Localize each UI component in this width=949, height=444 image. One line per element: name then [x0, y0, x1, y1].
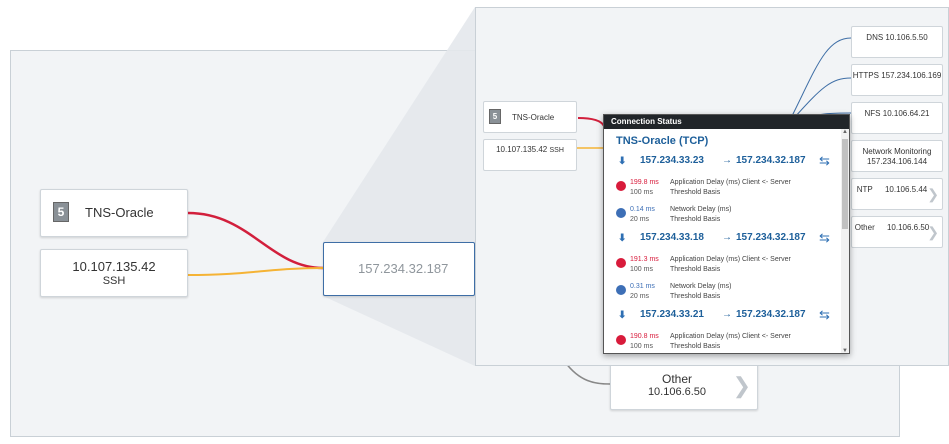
destination-ip: 10.106.5.50	[885, 33, 928, 42]
client-protocol: SSH	[102, 275, 126, 287]
connection-arrow: →	[722, 155, 732, 166]
metric-threshold: 20 ms	[630, 216, 650, 223]
metric-basis: Threshold Basis	[670, 293, 721, 300]
popup-header: Connection Status	[604, 115, 849, 129]
metric-basis: Threshold Basis	[670, 266, 721, 273]
connection-source-ip: 157.234.33.18	[640, 232, 704, 243]
connection-detail-icon[interactable]: ⇆	[819, 230, 837, 245]
destination-name: NFS	[864, 109, 881, 118]
destination-name: DNS	[866, 33, 884, 42]
source-card-tns-oracle[interactable]: 5 TNS-Oracle	[40, 189, 188, 237]
destination-card-https[interactable]: HTTPS 157.234.106.169	[851, 64, 943, 96]
scroll-up-icon[interactable]: ▲	[842, 129, 848, 135]
metric-value: 0.14 ms	[630, 206, 655, 213]
destination-card-ntp[interactable]: NTP 10.106.5.44 ❯	[851, 178, 943, 210]
arrow-down-icon: ⬇	[618, 156, 627, 167]
detail-client-ip: 10.107.135.42	[496, 145, 548, 154]
client-ip: 10.107.135.42	[72, 259, 156, 274]
metric-threshold: 100 ms	[630, 266, 653, 273]
chevron-right-icon: ❯	[927, 186, 939, 202]
connection-arrow: →	[722, 232, 732, 243]
destination-card-other[interactable]: Other 10.106.6.50 ❯	[851, 216, 943, 248]
scroll-thumb[interactable]	[842, 139, 848, 229]
metric-threshold: 100 ms	[630, 189, 653, 196]
connection-detail-icon[interactable]: ⇆	[819, 307, 837, 322]
metric-threshold: 100 ms	[630, 343, 653, 350]
destination-ip: 157.234.106.144	[866, 157, 928, 166]
detail-link-oracle	[577, 117, 605, 127]
server-icon: 5	[489, 109, 501, 124]
status-dot-red	[616, 335, 626, 345]
metric-value: 199.8 ms	[630, 179, 659, 186]
detail-link-https	[793, 77, 852, 119]
metric-value: 190.8 ms	[630, 333, 659, 340]
detail-client-protocol: SSH	[549, 147, 564, 154]
metric-basis: Threshold Basis	[670, 343, 721, 350]
destination-ip: 157.234.106.169	[881, 71, 942, 80]
connection-detail-icon[interactable]: ⇆	[819, 153, 837, 168]
popup-scrollbar[interactable]: ▲ ▼	[841, 129, 849, 353]
metric-label: Network Delay (ms)	[670, 206, 732, 213]
connection-source-ip: 157.234.33.21	[640, 309, 704, 320]
connection-arrow: →	[722, 309, 732, 320]
connection-dest-ip: 157.234.32.187	[736, 155, 806, 166]
destination-card-network-monitoring[interactable]: Network Monitoring 157.234.106.144	[851, 140, 943, 172]
metric-threshold: 20 ms	[630, 293, 650, 300]
metric-basis: Threshold Basis	[670, 189, 721, 196]
destination-name: Network Monitoring	[862, 147, 932, 156]
client-card[interactable]: 10.107.135.42 SSH	[40, 249, 188, 297]
metric-label: Application Delay (ms) Client <- Server	[670, 333, 791, 340]
other-card[interactable]: Other 10.106.6.50 ❯	[610, 362, 758, 410]
status-dot-blue	[616, 285, 626, 295]
destination-card-dns[interactable]: DNS 10.106.5.50	[851, 26, 943, 58]
metric-basis: Threshold Basis	[670, 216, 721, 223]
server-icon: 5	[53, 202, 69, 222]
status-dot-blue	[616, 208, 626, 218]
detail-source-card[interactable]: 5 TNS-Oracle	[483, 101, 577, 133]
status-dot-red	[616, 181, 626, 191]
zoom-wedge	[323, 7, 475, 366]
detail-source-label: TNS-Oracle	[512, 113, 555, 122]
metric-value: 0.31 ms	[630, 283, 655, 290]
detail-client-card[interactable]: 10.107.135.42 SSH	[483, 139, 577, 171]
chevron-right-icon: ❯	[927, 224, 939, 240]
popup-title: TNS-Oracle (TCP)	[616, 135, 709, 147]
destination-name: NTP	[856, 185, 873, 194]
target-card[interactable]: 157.234.32.187	[323, 242, 475, 296]
detail-link-dns	[791, 37, 852, 117]
metric-value: 191.3 ms	[630, 256, 659, 263]
metric-label: Application Delay (ms) Client <- Server	[670, 256, 791, 263]
source-card-label: TNS-Oracle	[85, 205, 154, 220]
connection-source-ip: 157.234.33.23	[640, 155, 704, 166]
link-ssh-target	[187, 267, 324, 276]
metric-label: Application Delay (ms) Client <- Server	[670, 179, 791, 186]
destination-card-nfs[interactable]: NFS 10.106.64.21	[851, 102, 943, 134]
arrow-down-icon: ⬇	[618, 233, 627, 244]
chevron-right-icon: ❯	[732, 373, 751, 398]
destination-name: Other	[854, 223, 875, 232]
connection-dest-ip: 157.234.32.187	[736, 232, 806, 243]
connection-status-popup: Connection Status TNS-Oracle (TCP) ⬇ 157…	[603, 114, 850, 354]
connection-dest-ip: 157.234.32.187	[736, 309, 806, 320]
metric-label: Network Delay (ms)	[670, 283, 732, 290]
target-ip: 157.234.32.187	[358, 261, 449, 276]
status-dot-red	[616, 258, 626, 268]
link-oracle-target	[187, 211, 324, 270]
destination-name: HTTPS	[852, 71, 879, 80]
arrow-down-icon: ⬇	[618, 310, 627, 321]
destination-ip: 10.106.64.21	[882, 109, 930, 118]
scroll-down-icon[interactable]: ▼	[842, 348, 848, 353]
